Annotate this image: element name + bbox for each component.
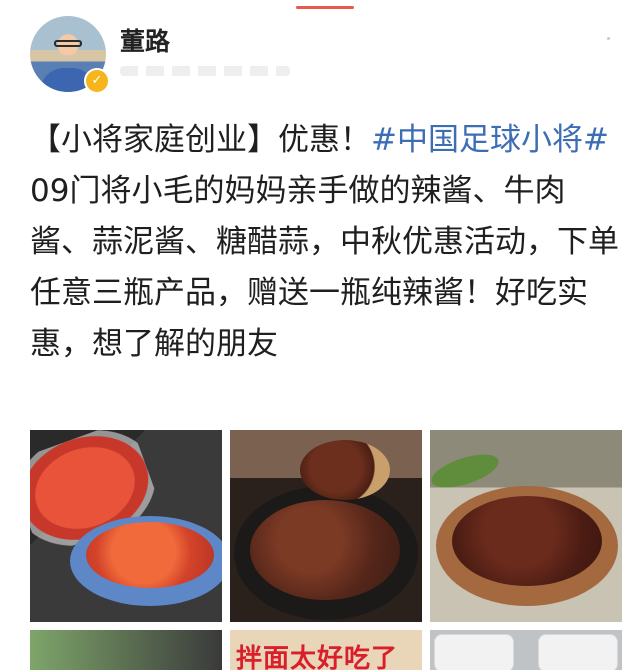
photo-4[interactable] — [30, 630, 222, 670]
spoon-shape — [300, 440, 390, 500]
jar-lid-shape — [434, 634, 514, 670]
photo-6[interactable] — [430, 630, 622, 670]
post-text: 【小将家庭创业】优惠！#中国足球小将# 09门将小毛的妈妈亲手做的辣酱、牛肉酱、… — [30, 115, 622, 370]
username[interactable]: 董路 — [120, 22, 170, 58]
sauce-shape — [86, 522, 214, 588]
post-text-intro: 【小将家庭创业】优惠！ — [30, 122, 371, 158]
photo-5[interactable]: 拌面太好吃了 — [230, 630, 422, 670]
sauce-shape — [452, 496, 602, 586]
post-header: ✓ 董路 — [30, 16, 620, 96]
post-text-body: 09门将小毛的妈妈亲手做的辣酱、牛肉酱、蒜泥酱、糖醋蒜，中秋优惠活动，下单任意三… — [30, 173, 619, 362]
leaf-shape — [430, 447, 503, 495]
chili-sauce-jar-photo[interactable] — [30, 430, 222, 622]
verified-badge-icon: ✓ — [84, 68, 110, 94]
post-meta-blurred — [120, 66, 290, 76]
sauce-dish-photo[interactable] — [430, 430, 622, 622]
beef-sauce-bowl-photo[interactable] — [230, 430, 422, 622]
avatar-glasses — [54, 40, 82, 47]
hashtag-link[interactable]: #中国足球小将# — [371, 122, 609, 158]
jar-lid-shape — [538, 634, 618, 670]
top-tab-indicator — [296, 6, 354, 9]
sauce-shape — [250, 500, 400, 600]
photo-banner-text: 拌面太好吃了 — [236, 644, 399, 670]
